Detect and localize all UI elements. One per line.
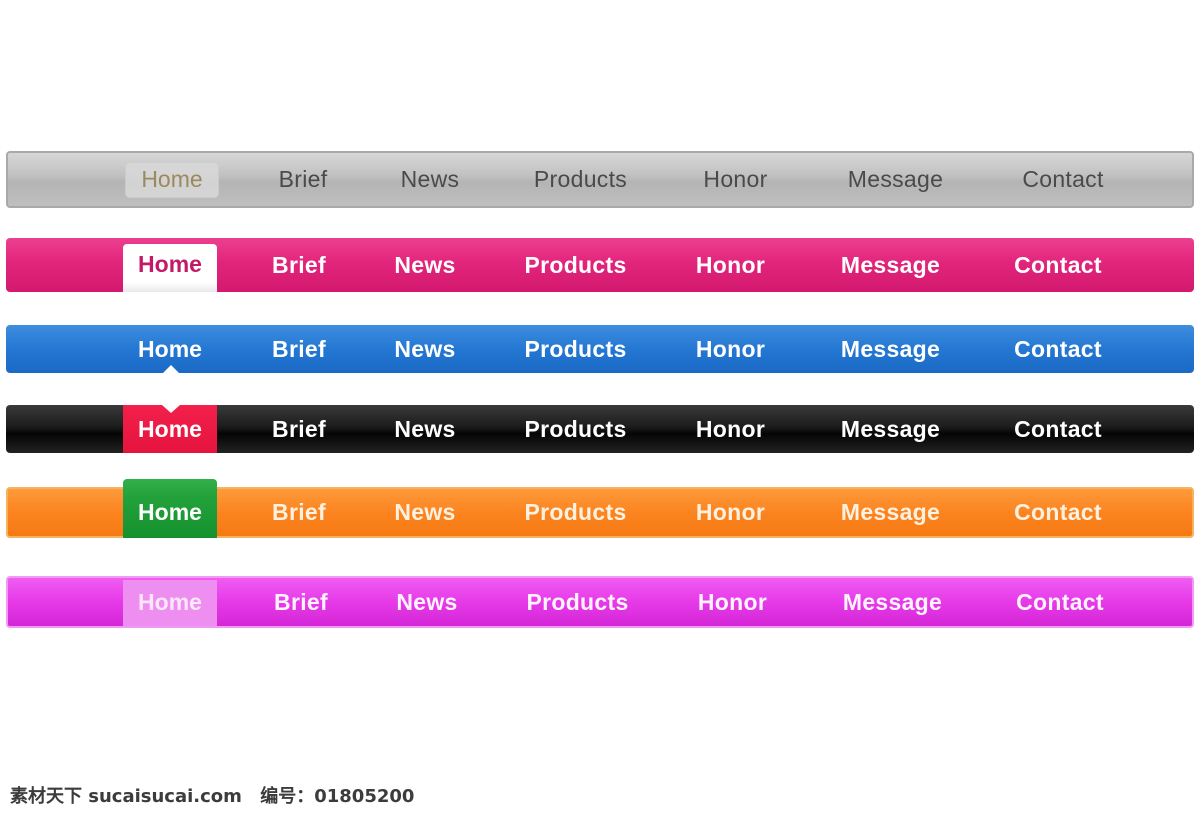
nav-item-brief[interactable]: Brief [254,405,344,453]
nav-item-news[interactable]: News [375,405,475,453]
nav-item-honor[interactable]: Honor [678,325,783,373]
nav-item-brief[interactable]: Brief [258,153,348,206]
nav-item-products[interactable]: Products [505,578,650,626]
active-pointer-icon [162,365,180,374]
nav-item-news[interactable]: News [375,238,475,292]
nav-item-contact[interactable]: Contact [993,238,1123,292]
nav-item-brief[interactable]: Brief [254,325,344,373]
nav-item-contact[interactable]: Contact [993,489,1123,536]
nav-item-brief[interactable]: Brief [254,489,344,536]
nav-item-news[interactable]: News [380,153,480,206]
nav-item-contact[interactable]: Contact [998,153,1128,206]
nav-item-message[interactable]: Message [818,238,963,292]
nav-item-news[interactable]: News [375,489,475,536]
nav-item-contact[interactable]: Contact [993,325,1123,373]
nav-item-home[interactable]: Home [123,242,217,286]
nav-item-message[interactable]: Message [818,489,963,536]
nav-item-honor[interactable]: Honor [678,489,783,536]
nav-item-message[interactable]: Message [818,325,963,373]
watermark-site: 素材天下 sucaisucai.com [10,786,242,807]
nav-bar-gray: Home Brief News Products Honor Message C… [6,151,1194,208]
nav-item-message[interactable]: Message [823,153,968,206]
nav-item-message[interactable]: Message [820,578,965,626]
nav-item-products[interactable]: Products [508,153,653,206]
nav-item-home[interactable]: Home [125,153,219,206]
nav-item-brief[interactable]: Brief [256,578,346,626]
nav-item-brief[interactable]: Brief [254,238,344,292]
nav-bar-magenta: Home Brief News Products Honor Message C… [6,576,1194,628]
nav-item-honor[interactable]: Honor [683,153,788,206]
nav-item-home[interactable]: Home [123,578,217,626]
nav-item-products[interactable]: Products [503,489,648,536]
watermark-footer: 素材天下 sucaisucai.com 编号：01805200 [10,782,414,808]
nav-item-contact[interactable]: Contact [995,578,1125,626]
nav-item-products[interactable]: Products [503,405,648,453]
watermark-number: 编号：01805200 [260,786,415,807]
nav-item-news[interactable]: News [377,578,477,626]
nav-item-news[interactable]: News [375,325,475,373]
nav-item-products[interactable]: Products [503,325,648,373]
nav-item-home[interactable]: Home [123,405,217,453]
nav-item-honor[interactable]: Honor [678,405,783,453]
nav-item-home[interactable]: Home [123,489,217,536]
nav-item-honor[interactable]: Honor [680,578,785,626]
nav-bar-pink: Home Brief News Products Honor Message C… [6,238,1194,292]
nav-item-contact[interactable]: Contact [993,405,1123,453]
nav-item-message[interactable]: Message [818,405,963,453]
nav-bar-blue: Home Brief News Products Honor Message C… [6,325,1194,374]
nav-bar-orange: Home Brief News Products Honor Message C… [6,479,1194,538]
nav-item-products[interactable]: Products [503,238,648,292]
nav-bar-black: Home Brief News Products Honor Message C… [6,405,1194,453]
nav-item-honor[interactable]: Honor [678,238,783,292]
